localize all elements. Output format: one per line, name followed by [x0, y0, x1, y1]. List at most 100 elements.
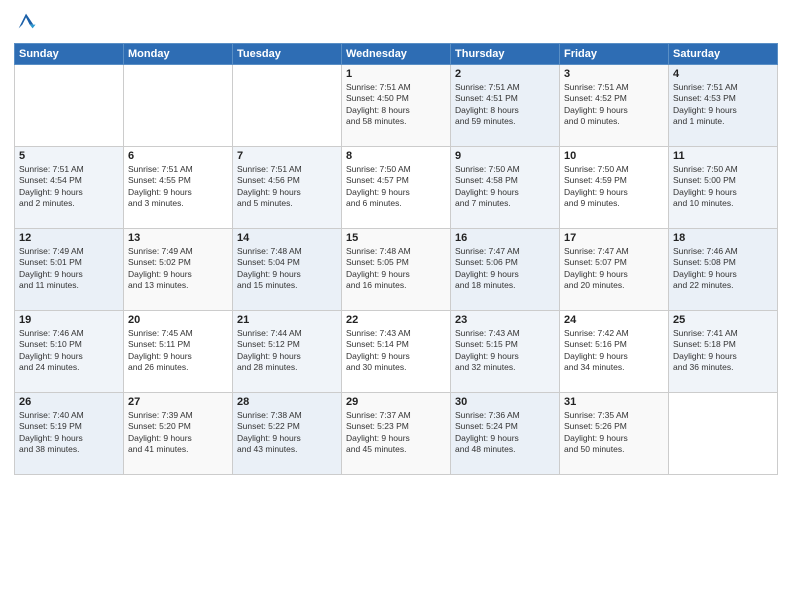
day-info: Sunrise: 7:51 AM Sunset: 4:55 PM Dayligh…	[128, 164, 228, 210]
calendar-day-cell: 31Sunrise: 7:35 AM Sunset: 5:26 PM Dayli…	[560, 393, 669, 475]
day-number: 16	[455, 232, 555, 244]
calendar-day-cell: 26 Sunrise: 7:40 AM Sunset: 5:19 PM Dayli…	[15, 393, 124, 475]
day-number: 19	[19, 314, 119, 326]
calendar-day-cell: 4Sunrise: 7:51 AM Sunset: 4:53 PM Daylig…	[669, 65, 778, 147]
day-info: Sunrise: 7:50 AM Sunset: 4:58 PM Dayligh…	[455, 164, 555, 210]
calendar-week-row: 5 Sunrise: 7:51 AM Sunset: 4:54 PM Daylig…	[15, 147, 778, 229]
day-of-week-header: Wednesday	[342, 44, 451, 65]
day-info: Sunrise: 7:48 AM Sunset: 5:05 PM Dayligh…	[346, 246, 446, 292]
day-number: 11	[673, 150, 773, 162]
day-number: 28	[237, 396, 337, 408]
calendar-day-cell: 7Sunrise: 7:51 AM Sunset: 4:56 PM Daylig…	[233, 147, 342, 229]
day-info: Sunrise: 7:51 AM Sunset: 4:51 PM Dayligh…	[455, 82, 555, 128]
day-info: Sunrise: 7:51 AM Sunset: 4:50 PM Dayligh…	[346, 82, 446, 128]
day-info: Sunrise: 7:50 AM Sunset: 5:00 PM Dayligh…	[673, 164, 773, 210]
day-info: Sunrise: 7:41 AM Sunset: 5:18 PM Dayligh…	[673, 328, 773, 374]
calendar-day-cell: 23 Sunrise: 7:43 AM Sunset: 5:15 PM Dayli…	[451, 311, 560, 393]
calendar-day-cell: 27 Sunrise: 7:39 AM Sunset: 5:20 PM Dayli…	[124, 393, 233, 475]
logo-icon	[15, 10, 37, 32]
calendar-day-cell	[669, 393, 778, 475]
day-number: 8	[346, 150, 446, 162]
day-number: 2	[455, 68, 555, 80]
calendar-day-cell: 19Sunrise: 7:46 AM Sunset: 5:10 PM Dayli…	[15, 311, 124, 393]
calendar-day-cell: 25 Sunrise: 7:41 AM Sunset: 5:18 PM Dayli…	[669, 311, 778, 393]
day-number: 3	[564, 68, 664, 80]
calendar-day-cell: 24Sunrise: 7:42 AM Sunset: 5:16 PM Dayli…	[560, 311, 669, 393]
day-number: 23	[455, 314, 555, 326]
calendar-week-row: 19Sunrise: 7:46 AM Sunset: 5:10 PM Dayli…	[15, 311, 778, 393]
day-number: 10	[564, 150, 664, 162]
calendar-day-cell	[15, 65, 124, 147]
day-number: 30	[455, 396, 555, 408]
day-info: Sunrise: 7:40 AM Sunset: 5:19 PM Dayligh…	[19, 410, 119, 456]
calendar-container: SundayMondayTuesdayWednesdayThursdayFrid…	[0, 0, 792, 612]
calendar-table: SundayMondayTuesdayWednesdayThursdayFrid…	[14, 43, 778, 475]
day-number: 4	[673, 68, 773, 80]
day-info: Sunrise: 7:51 AM Sunset: 4:56 PM Dayligh…	[237, 164, 337, 210]
day-info: Sunrise: 7:47 AM Sunset: 5:06 PM Dayligh…	[455, 246, 555, 292]
calendar-day-cell: 8 Sunrise: 7:50 AM Sunset: 4:57 PM Daylig…	[342, 147, 451, 229]
day-info: Sunrise: 7:49 AM Sunset: 5:02 PM Dayligh…	[128, 246, 228, 292]
day-of-week-header: Monday	[124, 44, 233, 65]
day-number: 31	[564, 396, 664, 408]
calendar-day-cell: 5 Sunrise: 7:51 AM Sunset: 4:54 PM Daylig…	[15, 147, 124, 229]
day-info: Sunrise: 7:51 AM Sunset: 4:52 PM Dayligh…	[564, 82, 664, 128]
day-number: 14	[237, 232, 337, 244]
day-number: 27	[128, 396, 228, 408]
day-number: 21	[237, 314, 337, 326]
day-number: 22	[346, 314, 446, 326]
day-number: 15	[346, 232, 446, 244]
calendar-day-cell: 14 Sunrise: 7:48 AM Sunset: 5:04 PM Dayli…	[233, 229, 342, 311]
day-number: 5	[19, 150, 119, 162]
calendar-day-cell: 13 Sunrise: 7:49 AM Sunset: 5:02 PM Dayli…	[124, 229, 233, 311]
day-info: Sunrise: 7:50 AM Sunset: 4:57 PM Dayligh…	[346, 164, 446, 210]
day-info: Sunrise: 7:47 AM Sunset: 5:07 PM Dayligh…	[564, 246, 664, 292]
day-info: Sunrise: 7:43 AM Sunset: 5:14 PM Dayligh…	[346, 328, 446, 374]
calendar-week-row: 12 Sunrise: 7:49 AM Sunset: 5:01 PM Dayli…	[15, 229, 778, 311]
day-of-week-header: Thursday	[451, 44, 560, 65]
logo	[14, 10, 37, 37]
calendar-day-cell: 29Sunrise: 7:37 AM Sunset: 5:23 PM Dayli…	[342, 393, 451, 475]
day-number: 6	[128, 150, 228, 162]
header	[14, 10, 778, 37]
calendar-day-cell: 22 Sunrise: 7:43 AM Sunset: 5:14 PM Dayli…	[342, 311, 451, 393]
day-number: 9	[455, 150, 555, 162]
calendar-day-cell: 6 Sunrise: 7:51 AM Sunset: 4:55 PM Daylig…	[124, 147, 233, 229]
calendar-header-row: SundayMondayTuesdayWednesdayThursdayFrid…	[15, 44, 778, 65]
calendar-day-cell: 3 Sunrise: 7:51 AM Sunset: 4:52 PM Daylig…	[560, 65, 669, 147]
day-number: 24	[564, 314, 664, 326]
day-number: 25	[673, 314, 773, 326]
day-info: Sunrise: 7:36 AM Sunset: 5:24 PM Dayligh…	[455, 410, 555, 456]
day-of-week-header: Tuesday	[233, 44, 342, 65]
day-number: 1	[346, 68, 446, 80]
day-info: Sunrise: 7:48 AM Sunset: 5:04 PM Dayligh…	[237, 246, 337, 292]
day-info: Sunrise: 7:49 AM Sunset: 5:01 PM Dayligh…	[19, 246, 119, 292]
calendar-day-cell: 16 Sunrise: 7:47 AM Sunset: 5:06 PM Dayli…	[451, 229, 560, 311]
day-number: 12	[19, 232, 119, 244]
calendar-day-cell: 12 Sunrise: 7:49 AM Sunset: 5:01 PM Dayli…	[15, 229, 124, 311]
calendar-day-cell: 18Sunrise: 7:46 AM Sunset: 5:08 PM Dayli…	[669, 229, 778, 311]
day-info: Sunrise: 7:38 AM Sunset: 5:22 PM Dayligh…	[237, 410, 337, 456]
calendar-day-cell: 20Sunrise: 7:45 AM Sunset: 5:11 PM Dayli…	[124, 311, 233, 393]
calendar-day-cell: 30 Sunrise: 7:36 AM Sunset: 5:24 PM Dayli…	[451, 393, 560, 475]
day-number: 18	[673, 232, 773, 244]
day-info: Sunrise: 7:51 AM Sunset: 4:54 PM Dayligh…	[19, 164, 119, 210]
day-info: Sunrise: 7:37 AM Sunset: 5:23 PM Dayligh…	[346, 410, 446, 456]
calendar-week-row: 1 Sunrise: 7:51 AM Sunset: 4:50 PM Daylig…	[15, 65, 778, 147]
day-info: Sunrise: 7:39 AM Sunset: 5:20 PM Dayligh…	[128, 410, 228, 456]
calendar-day-cell	[124, 65, 233, 147]
calendar-day-cell: 1 Sunrise: 7:51 AM Sunset: 4:50 PM Daylig…	[342, 65, 451, 147]
day-info: Sunrise: 7:50 AM Sunset: 4:59 PM Dayligh…	[564, 164, 664, 210]
day-info: Sunrise: 7:43 AM Sunset: 5:15 PM Dayligh…	[455, 328, 555, 374]
day-info: Sunrise: 7:44 AM Sunset: 5:12 PM Dayligh…	[237, 328, 337, 374]
day-number: 13	[128, 232, 228, 244]
calendar-day-cell: 9 Sunrise: 7:50 AM Sunset: 4:58 PM Daylig…	[451, 147, 560, 229]
calendar-day-cell: 10 Sunrise: 7:50 AM Sunset: 4:59 PM Dayli…	[560, 147, 669, 229]
calendar-day-cell: 21 Sunrise: 7:44 AM Sunset: 5:12 PM Dayli…	[233, 311, 342, 393]
calendar-day-cell: 28 Sunrise: 7:38 AM Sunset: 5:22 PM Dayli…	[233, 393, 342, 475]
calendar-week-row: 26 Sunrise: 7:40 AM Sunset: 5:19 PM Dayli…	[15, 393, 778, 475]
day-number: 26	[19, 396, 119, 408]
day-of-week-header: Saturday	[669, 44, 778, 65]
calendar-day-cell: 2 Sunrise: 7:51 AM Sunset: 4:51 PM Daylig…	[451, 65, 560, 147]
day-number: 20	[128, 314, 228, 326]
